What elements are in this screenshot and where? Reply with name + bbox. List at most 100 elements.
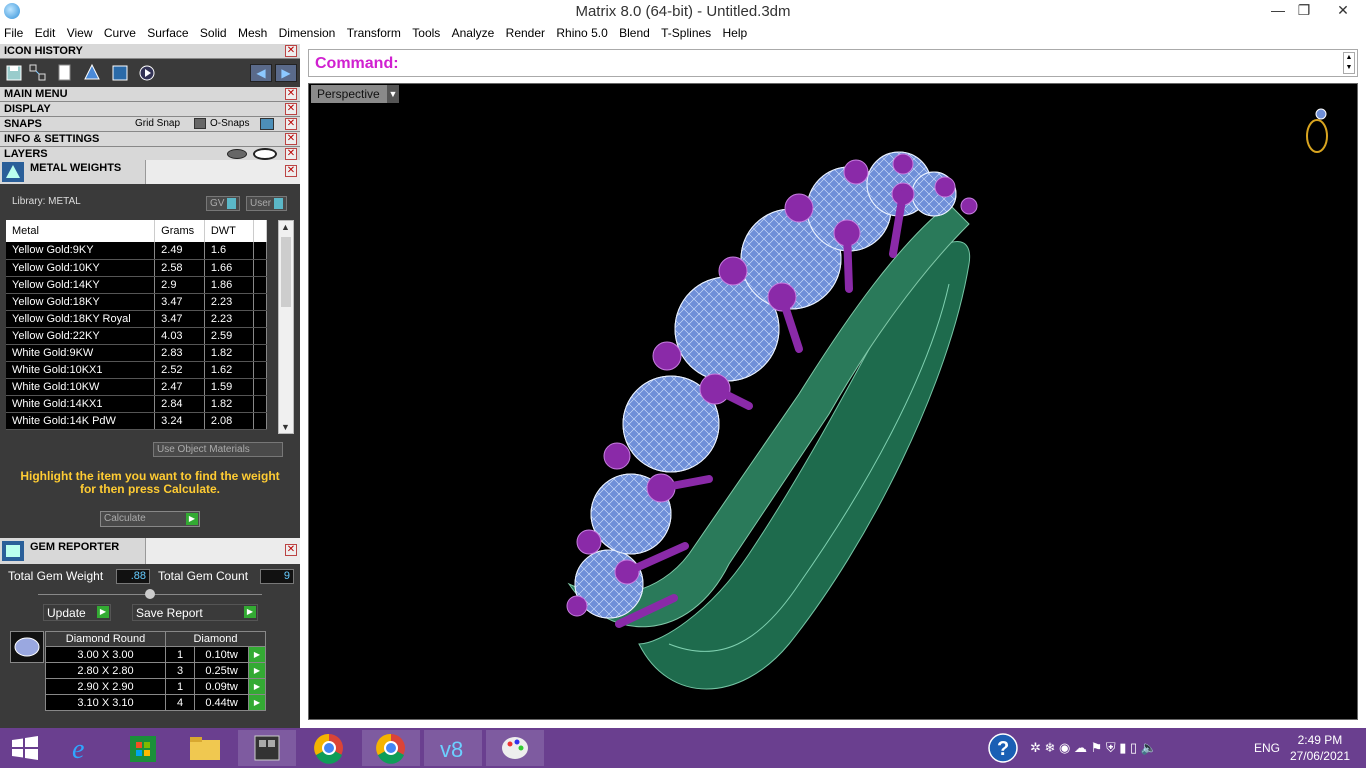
forward-arrow-icon[interactable]: ▶ [275,64,297,82]
table-row[interactable]: Yellow Gold:18KY 3.47 2.23 [6,293,268,311]
close-icon[interactable]: ✕ [285,133,297,145]
scroll-down-icon[interactable]: ▼ [281,422,290,432]
table-row[interactable]: 3.10 X 3.10 4 0.44tw ▶ [45,694,267,711]
eye-icon[interactable] [253,148,277,160]
close-icon[interactable]: ✕ [285,165,297,177]
gv-toggle[interactable]: GV [206,196,241,211]
menu-dimension[interactable]: Dimension [275,23,340,40]
menu-tools[interactable]: Tools [408,23,444,40]
update-button[interactable]: Update ▶ [43,604,111,621]
table-row[interactable]: White Gold:14K PdW 3.24 2.08 [6,412,268,430]
menu-curve[interactable]: Curve [100,23,140,40]
windows-start-icon[interactable] [0,730,50,766]
table-row[interactable]: Yellow Gold:18KY Royal 3.47 2.23 [6,310,268,328]
gem-report-table[interactable]: Diamond Round Diamond 3.00 X 3.00 1 0.10tw… [45,631,267,711]
table-row[interactable]: Yellow Gold:22KY 4.03 2.59 [6,327,268,345]
menu-edit[interactable]: Edit [31,23,60,40]
menu-file[interactable]: File [0,23,27,40]
menu-blend[interactable]: Blend [615,23,654,40]
perspective-viewport[interactable]: Perspective ▼ [308,83,1358,720]
close-icon[interactable]: ✕ [285,45,297,57]
close-icon[interactable]: ✕ [285,103,297,115]
menu-help[interactable]: Help [719,23,752,40]
display-header[interactable]: DISPLAY ✕ [0,102,300,117]
menu-surface[interactable]: Surface [143,23,192,40]
table-row[interactable]: 3.00 X 3.00 1 0.10tw ▶ [45,646,267,663]
table-row[interactable]: 2.90 X 2.90 1 0.09tw ▶ [45,678,267,695]
table-row[interactable]: 2.80 X 2.80 3 0.25tw ▶ [45,662,267,679]
close-icon[interactable]: ✕ [285,544,297,556]
transform-icon[interactable] [28,63,48,83]
close-icon[interactable]: ✕ [285,148,297,160]
table-row[interactable]: White Gold:14KX1 2.84 1.82 [6,395,268,413]
clock[interactable]: 2:49 PM 27/06/2021 [1290,732,1350,764]
calculate-button[interactable]: Calculate ▶ [100,511,200,527]
system-tray-icons[interactable]: ✲ ❄ ◉ ☁ ⚑ ⛨ ▮ ▯ 🔈 [1030,740,1157,780]
scroll-thumb[interactable] [281,237,291,307]
store-icon[interactable] [114,730,172,766]
icon-history-header[interactable]: ICON HISTORY ✕ [0,44,300,59]
save-icon[interactable] [4,63,24,83]
menu-solid[interactable]: Solid [196,23,231,40]
matrix-app-icon[interactable] [238,730,296,766]
table-scrollbar[interactable]: ▲ ▼ [278,220,294,434]
use-object-materials-toggle[interactable]: Use Object Materials [153,442,283,457]
command-bar[interactable]: Command: ▲ ▼ [308,49,1358,77]
command-spinner[interactable]: ▲ ▼ [1343,52,1355,74]
column-header-diamond: Diamond [165,631,266,647]
document-icon[interactable] [55,63,75,83]
diamond-thumbnail [10,631,44,663]
table-row[interactable]: Yellow Gold:14KY 2.9 1.86 [6,276,268,294]
file-explorer-icon[interactable] [176,730,234,766]
paint-icon[interactable] [486,730,544,766]
scroll-up-icon[interactable]: ▲ [281,222,290,232]
menu-transform[interactable]: Transform [343,23,405,40]
table-row[interactable]: White Gold:9KW 2.83 1.82 [6,344,268,362]
render-icon[interactable] [137,63,157,83]
table-row[interactable]: Yellow Gold:9KY 2.49 1.6 [6,242,268,260]
help-icon[interactable]: ? [987,732,1019,764]
menu-render[interactable]: Render [502,23,549,40]
table-row[interactable]: White Gold:10KW 2.47 1.59 [6,378,268,396]
snaps-header[interactable]: SNAPS Grid Snap O-Snaps ✕ [0,117,300,132]
play-icon[interactable]: ▶ [247,646,267,663]
play-icon[interactable]: ▶ [247,694,267,711]
menu-tsplines[interactable]: T-Splines [657,23,715,40]
play-icon[interactable]: ▶ [247,662,267,679]
layer-lock-icon[interactable] [227,149,247,159]
back-arrow-icon[interactable]: ◀ [250,64,272,82]
play-icon[interactable]: ▶ [247,678,267,695]
metal-weights-table[interactable]: Metal Grams DWT Yellow Gold:9KY 2.49 1.6 Y… [6,220,268,430]
o-snaps-toggle[interactable] [260,118,274,130]
column-header-grams[interactable]: Grams [154,220,205,242]
user-toggle[interactable]: User [246,196,288,211]
internet-explorer-icon[interactable]: e [54,730,112,766]
main-menu-header[interactable]: MAIN MENU ✕ [0,87,300,102]
total-gem-count-value: 9 [260,569,294,584]
metal-weights-icon[interactable] [82,63,102,83]
total-gem-weight-label: Total Gem Weight [8,569,104,583]
save-report-button[interactable]: Save Report ▶ [132,604,258,621]
chrome-icon[interactable] [362,730,420,766]
title-bar: Matrix 8.0 (64-bit) - Untitled.3dm — ❐ ✕ [0,0,1366,23]
chrome-icon[interactable] [300,730,358,766]
table-row[interactable]: White Gold:10KX1 2.52 1.62 [6,361,268,379]
column-header-dwt[interactable]: DWT [204,220,254,242]
menu-view[interactable]: View [63,23,97,40]
gem-report-icon[interactable] [110,63,130,83]
restore-button[interactable]: ❐ [1289,0,1319,22]
language-indicator[interactable]: ENG [1254,741,1280,755]
menu-analyze[interactable]: Analyze [448,23,499,40]
grid-snap-toggle[interactable] [194,118,206,129]
column-header-metal[interactable]: Metal [6,220,156,242]
library-label: Library: METAL [12,196,81,207]
close-button[interactable]: ✕ [1325,0,1361,22]
menu-mesh[interactable]: Mesh [234,23,271,40]
splitter-handle[interactable] [145,589,155,599]
menu-rhino[interactable]: Rhino 5.0 [552,23,611,40]
close-icon[interactable]: ✕ [285,118,297,130]
info-settings-header[interactable]: INFO & SETTINGS ✕ [0,132,300,147]
vectorworks-icon[interactable]: v8 [424,730,482,766]
close-icon[interactable]: ✕ [285,88,297,100]
table-row[interactable]: Yellow Gold:10KY 2.58 1.66 [6,259,268,277]
